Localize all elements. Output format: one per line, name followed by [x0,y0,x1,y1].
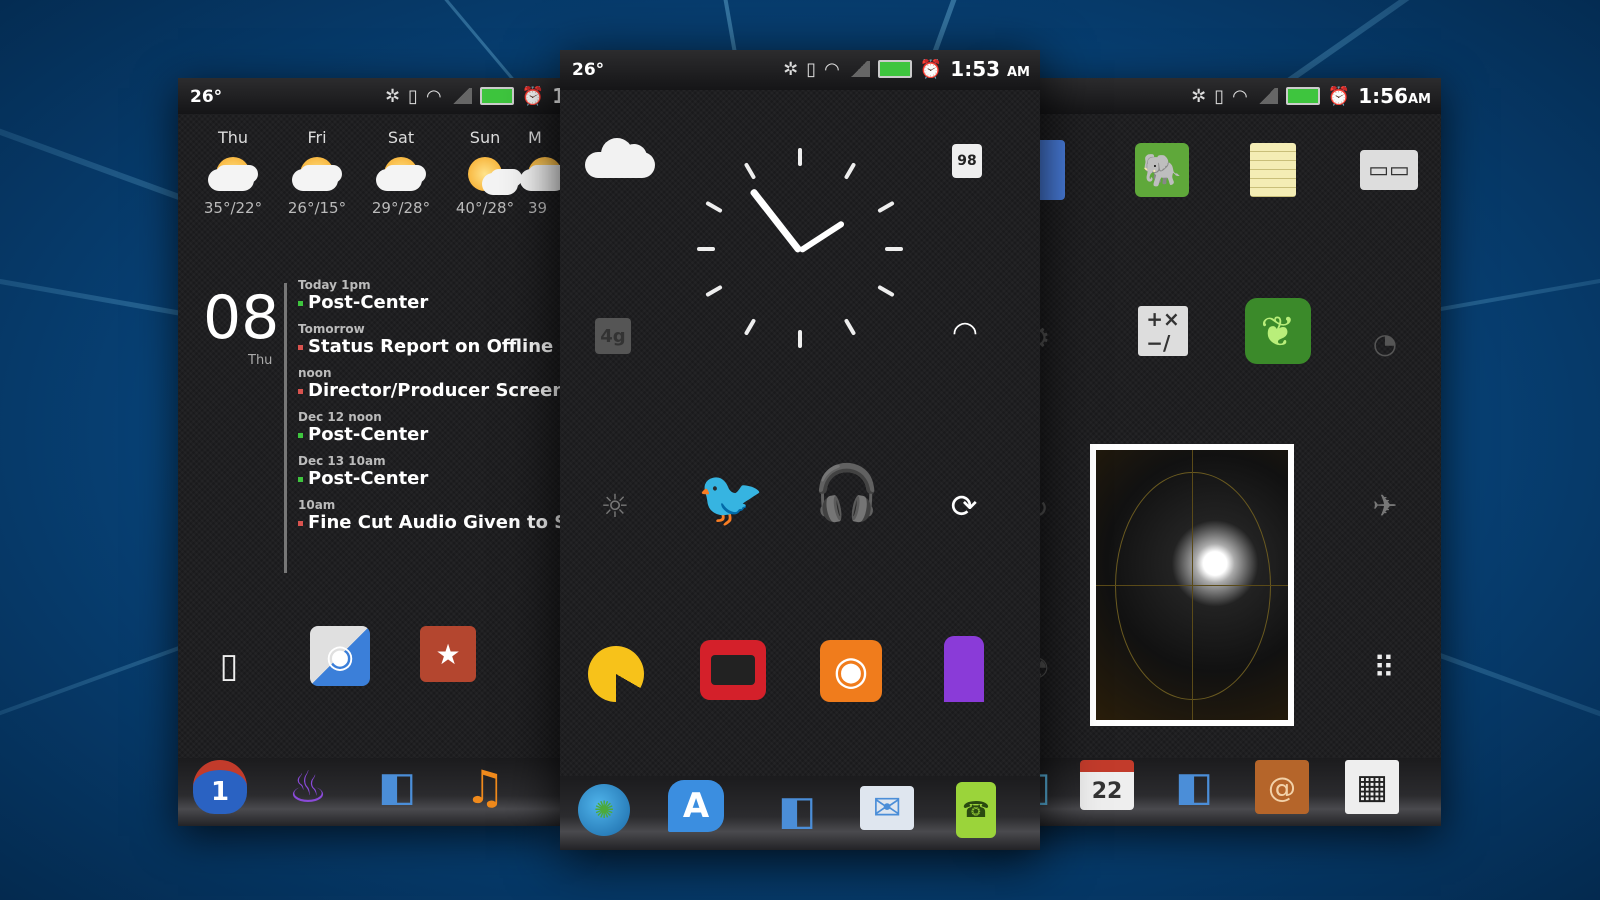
4g-toggle-icon[interactable]: 4g [595,318,631,354]
agenda-item[interactable]: noonDirector/Producer Screening [298,366,560,410]
app-drawer-icon[interactable]: ⠿ [1363,648,1403,688]
weather-day: Thu 35°/22° [203,128,263,217]
twitter-icon[interactable]: 🐦 [696,464,766,534]
leaf-app-icon[interactable]: ❦ [1245,298,1311,364]
status-bar: 26° ✲ ▯ ◠ ⏰ 1:53 AM [560,50,1040,90]
bookmark-star-icon[interactable]: ★ [420,626,476,682]
voice-mic-icon[interactable]: ♨ [281,760,335,814]
date-weekday: Thu [248,353,273,368]
calendar-1-icon[interactable]: 1 [193,760,247,814]
rss-icon[interactable]: ◉ [820,640,882,702]
contacts-icon[interactable]: @ [1255,760,1309,814]
purple-bookmark-icon[interactable] [944,636,984,702]
status-bar: ✲ ▯ ◠ ⏰ 1:56AM [995,78,1441,114]
battery-widget-icon[interactable]: 98 [952,144,982,178]
agenda-item[interactable]: Today 1pm Post-Center [298,278,560,322]
finder-icon[interactable]: ◧ [370,760,424,814]
battery-icon [1285,87,1320,105]
cassette-icon[interactable]: ▭▭ [1360,150,1418,190]
evernote-icon[interactable]: 🐘 [1135,143,1189,197]
wifi-icon: ◠ [425,85,442,107]
dock-center: ✺ A ◧ ✉ ☎ [560,776,1040,850]
agenda-item[interactable]: 10amFine Cut Audio Given to Sour [298,498,560,542]
dock-right: ▯ 22 ◧ @ ▦ [995,758,1441,826]
signal-icon [1255,88,1278,104]
alarm-icon: ⏰ [1327,85,1351,107]
status-temperature: 26° [572,60,605,80]
gps-off-icon: ✲ [783,58,799,80]
mail-icon[interactable]: ✉ [860,786,914,830]
art-image [1096,450,1288,720]
vibrate-icon: ▯ [806,58,817,80]
pacman-icon[interactable] [586,644,646,704]
rss-reader-icon[interactable]: ◉ [310,626,370,686]
weather-day: Fri 26°/15° [287,128,347,217]
clock-hour-hand [798,220,846,254]
sound-icon[interactable]: ◔ [1365,323,1405,363]
gps-off-icon: ✲ [1191,85,1207,107]
alarm-icon: ⏰ [521,85,545,107]
gps-off-icon: ✲ [384,85,401,107]
clock-minute-hand [749,187,803,254]
agenda-item[interactable]: TomorrowStatus Report on Offline Fine [298,322,560,366]
weather-day: Sat 29°/28° [371,128,431,217]
music-note-icon[interactable]: ♫ [458,760,512,814]
calendar-icon[interactable]: 22 [1080,760,1134,810]
signal-icon [449,88,472,104]
phone-left-screen: 26° ✲ ▯ ◠ ⏰ 1 Thu 35°/22° Fri 26°/15° Sat 2… [178,78,560,826]
agenda-divider [284,283,287,573]
phone-center-screen: 26° ✲ ▯ ◠ ⏰ 1:53 AM 98 4g ◠ ☼ � [560,50,1040,850]
finder-icon[interactable]: ◧ [1167,760,1221,814]
agenda-item[interactable]: Dec 12 noon Post-Center [298,410,560,454]
calculator-icon[interactable]: +× −/ [1138,306,1188,356]
qr-icon[interactable]: ▦ [1345,760,1399,814]
wifi-icon: ◠ [1232,85,1248,107]
vibrate-icon[interactable]: ▯ [206,643,252,689]
analog-clock-widget[interactable] [697,148,903,348]
tv-icon[interactable] [700,640,766,700]
globe-icon[interactable]: ✺ [578,784,630,836]
signal-icon [847,61,870,77]
battery-icon [877,60,912,78]
alarm-icon: ⏰ [919,58,943,80]
status-temperature: 26° [190,87,223,107]
wifi-toggle-icon[interactable]: ◠ [945,312,985,352]
finder-icon[interactable]: ◧ [770,784,824,838]
date-day-number: 08 [203,283,280,353]
art-widget[interactable] [1090,444,1294,726]
status-time: 1:53 AM [950,57,1030,81]
app-store-icon[interactable]: A [668,780,724,832]
notepad-icon[interactable] [1250,143,1296,197]
vibrate-icon: ▯ [408,85,418,107]
vibrate-icon: ▯ [1214,85,1225,107]
agenda-item[interactable]: Dec 13 10am Post-Center [298,454,560,498]
status-time: 1:56AM [1358,84,1431,108]
wifi-icon: ◠ [824,58,840,80]
weather-day: M 39 [520,128,560,217]
status-time: 1 [552,84,560,108]
status-bar: 26° ✲ ▯ ◠ ⏰ 1 [178,78,560,114]
phone-right-screen: ✲ ▯ ◠ ⏰ 1:56AM 🐘 ▭▭ ⚙ +×−/ ❦ ◔ ↻ ✈ ☢ ⠿ ▯… [995,78,1441,826]
brightness-icon[interactable]: ☼ [595,486,635,526]
dock-left: 1 ♨ ◧ ♫ [178,758,560,826]
airplane-mode-icon[interactable]: ✈ [1365,486,1405,526]
phone-icon[interactable]: ☎ [956,782,996,838]
sync-icon[interactable]: ⟳ [944,486,984,526]
weather-day: Sun 40°/28° [450,128,520,217]
headphones-icon[interactable]: 🎧 [812,458,882,528]
agenda-list[interactable]: Today 1pm Post-Center Tomorrow Status Repo… [298,278,560,542]
battery-icon [479,87,514,105]
weather-cloud-icon[interactable] [585,138,655,178]
